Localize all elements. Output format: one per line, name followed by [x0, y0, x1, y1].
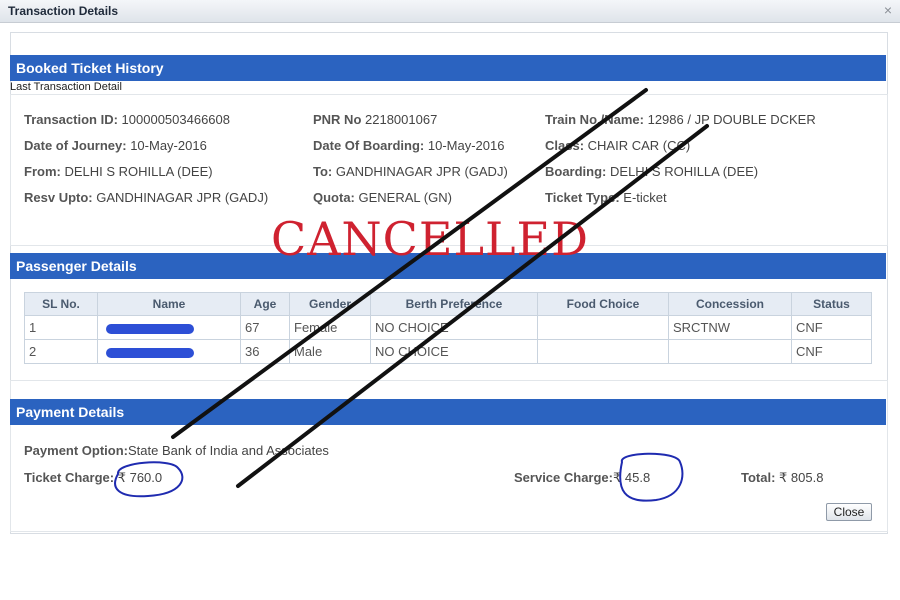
ticket-type-field: Ticket Type: E-ticket: [545, 190, 667, 205]
sl-cell: 1: [24, 315, 98, 340]
field-label: Quota:: [313, 190, 355, 205]
field-label: Date Of Boarding:: [313, 138, 425, 153]
column-header: Concession: [668, 292, 792, 316]
age-cell: 36: [240, 339, 290, 364]
field-value: DELHI S ROHILLA (DEE): [64, 164, 213, 179]
field-value: CHAIR CAR (CC): [587, 138, 691, 153]
concession-cell: SRCTNW: [668, 315, 792, 340]
last-transaction-label: Last Transaction Detail: [10, 81, 122, 93]
field-label: Ticket Type:: [545, 190, 620, 205]
table-row: 2 36 Male NO CHOICE CNF: [24, 339, 872, 364]
field-value: 10-May-2016: [427, 138, 505, 153]
gender-cell: Male: [289, 339, 371, 364]
from-field: From: DELHI S ROHILLA (DEE): [24, 164, 213, 179]
field-value: ₹ 760.0: [117, 470, 163, 485]
payment-details-header: Payment Details: [10, 399, 886, 425]
close-button[interactable]: Close: [826, 503, 872, 521]
field-label: Payment Option:: [24, 443, 129, 458]
field-label: Resv Upto:: [24, 190, 93, 205]
pnr-field: PNR No 2218001067: [313, 112, 437, 127]
field-value: ₹ 805.8: [779, 470, 824, 485]
column-header: Food Choice: [537, 292, 669, 316]
status-cell: CNF: [791, 315, 872, 340]
field-label: To:: [313, 164, 333, 179]
age-cell: 67: [240, 315, 290, 340]
field-label: From:: [24, 164, 61, 179]
cancelled-stamp: CANCELLED: [271, 212, 589, 266]
status-cell: CNF: [791, 339, 872, 364]
redacted-name: [106, 323, 194, 334]
ticket-charge-field: Ticket Charge: ₹ 760.0: [24, 470, 162, 486]
passenger-table: SL No. Name Age Gender Berth Preference …: [24, 292, 872, 364]
field-label: Date of Journey:: [24, 138, 127, 153]
field-value: 100000503466608: [121, 112, 230, 127]
field-value: 2218001067: [365, 112, 438, 127]
field-value: ₹ 45.8: [613, 470, 651, 485]
table-header-row: SL No. Name Age Gender Berth Preference …: [24, 292, 872, 316]
food-cell: [537, 315, 669, 340]
field-value: GENERAL (GN): [358, 190, 452, 205]
field-value: 10-May-2016: [130, 138, 207, 153]
dialog-title: Transaction Details: [8, 4, 119, 18]
close-icon[interactable]: ×: [884, 2, 892, 18]
to-field: To: GANDHINAGAR JPR (GADJ): [313, 164, 508, 179]
berth-cell: NO CHOICE: [370, 315, 538, 340]
train-field: Train No./Name: 12986 / JP DOUBLE DCKER: [545, 112, 816, 127]
transaction-id-field: Transaction ID: 100000503466608: [24, 112, 230, 127]
field-value: 12986 / JP DOUBLE DCKER: [647, 112, 816, 127]
name-cell: [97, 315, 241, 340]
dialog-titlebar: Transaction Details ×: [0, 0, 900, 23]
date-of-journey-field: Date of Journey: 10-May-2016: [24, 138, 207, 153]
food-cell: [537, 339, 669, 364]
table-row: 1 67 Female NO CHOICE SRCTNW CNF: [24, 315, 872, 340]
field-label: Ticket Charge:: [24, 470, 115, 485]
berth-cell: NO CHOICE: [370, 339, 538, 364]
field-value: GANDHINAGAR JPR (GADJ): [335, 164, 508, 179]
field-label: Total:: [741, 470, 776, 485]
payment-option-field: Payment Option:State Bank of India and A…: [24, 443, 329, 458]
booked-ticket-history-header: Booked Ticket History: [10, 55, 886, 81]
field-value: State Bank of India and Associates: [128, 443, 329, 458]
class-field: Class: CHAIR CAR (CC): [545, 138, 690, 153]
field-label: Transaction ID:: [24, 112, 118, 127]
sl-cell: 2: [24, 339, 98, 364]
field-value: E-ticket: [623, 190, 667, 205]
column-header: Status: [791, 292, 872, 316]
quota-field: Quota: GENERAL (GN): [313, 190, 452, 205]
field-label: Class:: [545, 138, 585, 153]
column-header: Berth Preference: [370, 292, 538, 316]
name-cell: [97, 339, 241, 364]
column-header: Name: [97, 292, 241, 316]
gender-cell: Female: [289, 315, 371, 340]
resv-upto-field: Resv Upto: GANDHINAGAR JPR (GADJ): [24, 190, 268, 205]
field-label: PNR No: [313, 112, 362, 127]
field-label: Train No./Name:: [545, 112, 644, 127]
field-value: DELHI S ROHILLA (DEE): [610, 164, 759, 179]
concession-cell: [668, 339, 792, 364]
field-label: Boarding:: [545, 164, 607, 179]
field-value: GANDHINAGAR JPR (GADJ): [96, 190, 269, 205]
column-header: SL No.: [24, 292, 98, 316]
total-field: Total: ₹ 805.8: [741, 470, 823, 486]
field-label: Service Charge:: [514, 470, 613, 485]
redacted-name: [106, 347, 194, 358]
boarding-field: Boarding: DELHI S ROHILLA (DEE): [545, 164, 758, 179]
service-charge-field: Service Charge:₹ 45.8: [514, 470, 650, 486]
column-header: Gender: [289, 292, 371, 316]
column-header: Age: [240, 292, 290, 316]
date-of-boarding-field: Date Of Boarding: 10-May-2016: [313, 138, 504, 153]
